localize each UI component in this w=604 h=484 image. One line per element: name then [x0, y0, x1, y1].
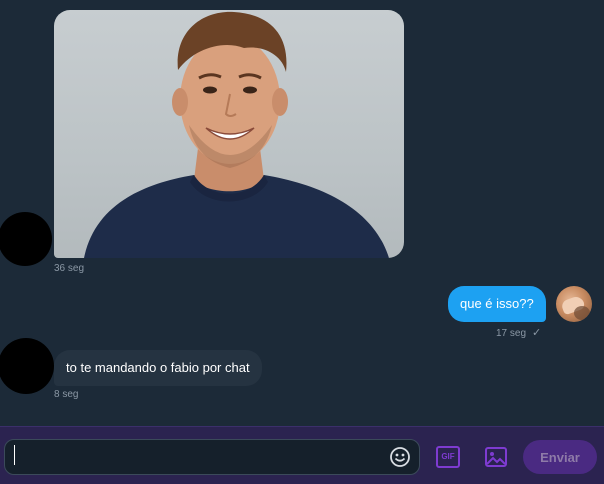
shared-photo[interactable]	[54, 10, 404, 258]
photo-portrait-image	[84, 11, 389, 258]
sender-avatar[interactable]	[0, 212, 52, 266]
user-avatar[interactable]	[556, 286, 592, 322]
message-input[interactable]	[4, 439, 420, 475]
message-composer	[0, 426, 604, 484]
image-icon[interactable]	[484, 445, 508, 469]
text-cursor	[14, 445, 15, 465]
outgoing-message-bubble[interactable]: que é isso??	[448, 286, 546, 322]
incoming-timestamp: 8 seg	[54, 389, 79, 400]
read-check-icon: ✓	[532, 327, 542, 339]
sender-avatar[interactable]	[0, 338, 54, 394]
outgoing-timestamp: 17 seg	[496, 328, 527, 339]
outgoing-message-meta: 17 seg ✓	[496, 326, 541, 339]
send-button[interactable]: Enviar	[523, 440, 597, 474]
incoming-message-bubble[interactable]: to te mandando o fabio por chat	[54, 350, 262, 386]
smiley-face-icon[interactable]	[389, 446, 411, 468]
photo-timestamp: 36 seg	[54, 263, 85, 274]
gif-button[interactable]: GIF	[436, 446, 460, 468]
chat-conversation: 36 seg que é isso?? 17 seg ✓ to te mandan…	[0, 0, 604, 426]
